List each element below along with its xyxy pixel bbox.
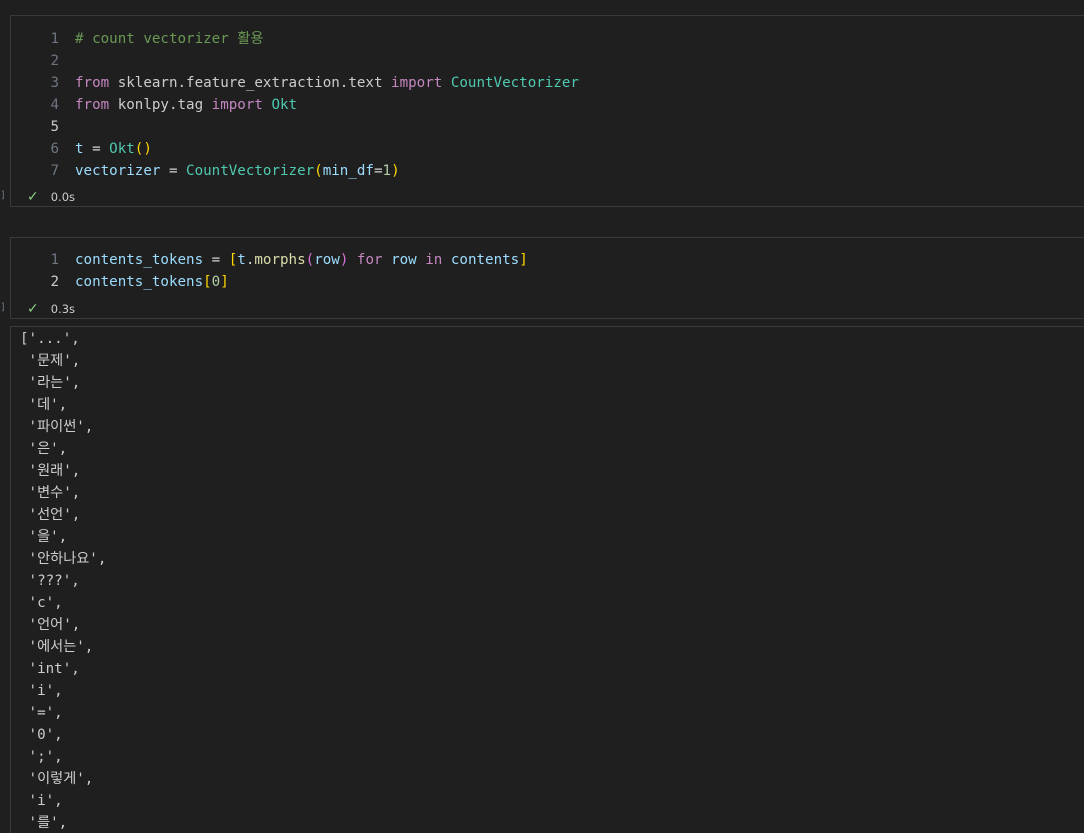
- code-line[interactable]: 7 vectorizer = CountVectorizer(min_df=1): [11, 160, 400, 182]
- code-token: contents_tokens: [75, 252, 204, 268]
- output-line: '=',: [20, 705, 63, 721]
- code-token: row: [314, 252, 340, 268]
- output-line: '은',: [20, 441, 68, 457]
- code-token: [: [203, 274, 212, 290]
- output-line: '을',: [20, 529, 68, 545]
- output-line: 'int',: [20, 661, 80, 677]
- code-token: =: [83, 141, 110, 157]
- code-line[interactable]: 1 contents_tokens = [t.morphs(row) for ro…: [11, 249, 528, 271]
- code-token: t: [75, 141, 84, 157]
- code-token: =: [203, 252, 229, 268]
- code-token: ]: [519, 252, 528, 268]
- notebook-view: 1 # count vectorizer 활용 2 3 from sklearn.fea…: [0, 0, 1084, 833]
- line-number: 7: [50, 163, 59, 179]
- code-line[interactable]: 2: [11, 50, 75, 72]
- line-number: 4: [50, 97, 59, 113]
- code-token: vectorizer: [75, 163, 161, 179]
- code-token: from: [75, 75, 110, 91]
- output-line: 'c',: [20, 595, 63, 611]
- code-token: contents_tokens: [75, 274, 204, 290]
- code-token: t: [237, 252, 246, 268]
- code-token: (): [134, 141, 152, 157]
- code-token: import: [391, 75, 443, 91]
- cell-1-editor[interactable]: 1 # count vectorizer 활용 2 3 from sklearn.fea…: [11, 28, 1084, 182]
- code-token: Okt: [271, 97, 298, 113]
- output-line: '???',: [20, 573, 80, 589]
- code-token: 0: [211, 274, 221, 290]
- code-line[interactable]: 2 contents_tokens[0]: [11, 271, 229, 293]
- cell-2-exec-time: 0.3s: [50, 302, 76, 316]
- output-line: '문제',: [20, 353, 81, 369]
- cell-2-status: ✓ 0.3s: [11, 298, 75, 320]
- output-line: '변수',: [20, 485, 81, 501]
- output-line: '를',: [20, 815, 68, 831]
- output-line: 'i',: [20, 683, 63, 699]
- output-line: '선언',: [20, 507, 81, 523]
- code-token: from: [75, 97, 110, 113]
- check-icon: ✓: [27, 301, 39, 317]
- code-token: =: [373, 163, 383, 179]
- check-icon: ✓: [27, 189, 39, 205]
- code-token: =: [160, 163, 187, 179]
- line-number: 2: [50, 53, 59, 69]
- code-line[interactable]: 4 from konlpy.tag import Okt: [11, 94, 297, 116]
- output-line: '원래',: [20, 463, 81, 479]
- code-token: for: [356, 252, 383, 268]
- cell-1-bracket-marker: ]: [0, 190, 7, 201]
- code-token: (: [314, 163, 323, 179]
- output-line: '파이썬',: [20, 419, 94, 435]
- output-line: '이렇게',: [20, 771, 94, 787]
- output-line: '에서는',: [20, 639, 94, 655]
- code-token: min_df: [322, 163, 374, 179]
- output-line: '데',: [20, 397, 68, 413]
- cell-2-editor[interactable]: 1 contents_tokens = [t.morphs(row) for ro…: [11, 249, 1084, 293]
- code-line[interactable]: 6t = Okt(): [11, 138, 152, 160]
- code-token: ): [391, 163, 400, 179]
- line-number: 1: [50, 31, 59, 47]
- output-line: 'i',: [20, 793, 63, 809]
- output-line: ['...',: [20, 331, 80, 347]
- code-token: konlpy.tag: [109, 97, 212, 113]
- output-line: '안하나요',: [20, 551, 107, 567]
- code-token: sklearn.feature_extraction.text: [109, 75, 392, 91]
- code-token: CountVectorizer: [450, 75, 579, 91]
- line-number: 5: [50, 119, 59, 135]
- line-number: 2: [50, 274, 59, 290]
- code-cell-2[interactable]: 1 contents_tokens = [t.morphs(row) for ro…: [10, 237, 1084, 319]
- code-token: contents: [450, 252, 520, 268]
- code-token: [: [228, 252, 238, 268]
- output-line: '라는',: [20, 375, 81, 391]
- line-number: 1: [50, 252, 59, 268]
- code-token: in: [425, 252, 443, 268]
- code-line[interactable]: 5: [11, 116, 75, 138]
- cell-1-status: ✓ 0.0s: [11, 186, 75, 208]
- cell-2-bracket-marker: ]: [0, 302, 7, 313]
- output-line: '0',: [20, 727, 63, 743]
- cell-2-output[interactable]: ['...', '문제', '라는', '데', '파이썬', '은', '원래…: [10, 326, 1084, 833]
- code-token: (: [305, 252, 315, 268]
- code-token: row: [391, 252, 417, 268]
- code-line[interactable]: 1 # count vectorizer 활용: [11, 28, 263, 50]
- code-token: # count vectorizer 활용: [75, 31, 264, 47]
- code-token: CountVectorizer: [186, 163, 315, 179]
- code-line[interactable]: 3 from sklearn.feature_extraction.text im…: [11, 72, 579, 94]
- code-cell-1[interactable]: 1 # count vectorizer 활용 2 3 from sklearn.fea…: [10, 15, 1084, 207]
- output-line: ';',: [20, 749, 63, 765]
- code-token: Okt: [109, 141, 135, 157]
- code-token: ]: [220, 274, 229, 290]
- line-number: 3: [50, 75, 59, 91]
- code-token: morphs: [254, 252, 306, 268]
- cell-1-exec-time: 0.0s: [50, 190, 76, 204]
- line-number: 6: [50, 141, 59, 157]
- code-token: import: [211, 97, 263, 113]
- output-line: '언어',: [20, 617, 81, 633]
- code-token: 1: [382, 163, 392, 179]
